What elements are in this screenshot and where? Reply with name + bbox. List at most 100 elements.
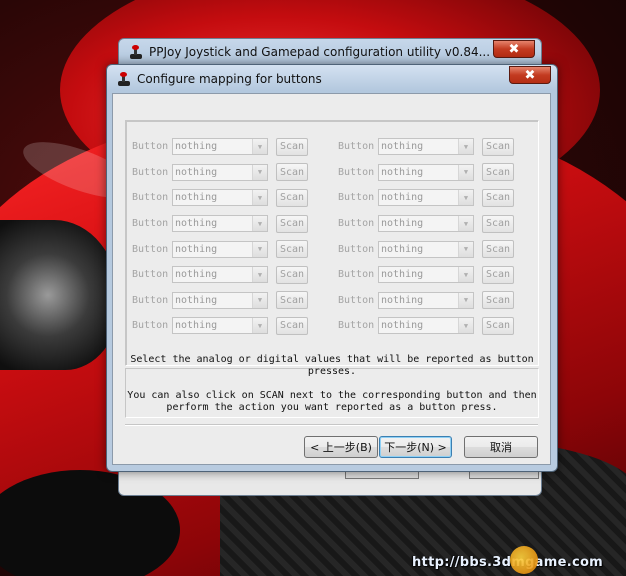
scan-button[interactable]: Scan — [276, 137, 308, 156]
button-label: Button — [338, 141, 375, 153]
button-mapping-select[interactable]: nothing ▼ — [378, 138, 474, 156]
button-mapping-value: nothing — [175, 269, 218, 281]
dialog-titlebar[interactable]: Configure mapping for buttons — [107, 65, 557, 93]
button-mapping-select[interactable]: nothing ▼ — [378, 240, 474, 258]
scan-button[interactable]: Scan — [276, 163, 308, 182]
scan-button[interactable]: Scan — [482, 214, 514, 233]
button-mapping-value: nothing — [381, 294, 424, 306]
dialog-title: Configure mapping for buttons — [137, 72, 322, 86]
button-mapping-select[interactable]: nothing ▼ — [172, 240, 268, 258]
button-mapping-value: nothing — [175, 243, 218, 255]
dropdown-arrow-icon[interactable]: ▼ — [252, 318, 267, 334]
button-mapping-group: Button nothing ▼ Scan Button nothing ▼ S… — [125, 120, 539, 366]
button-mapping-value: nothing — [381, 218, 424, 230]
dropdown-arrow-icon[interactable]: ▼ — [458, 139, 473, 155]
button-label: Button — [338, 192, 375, 204]
back-window-titlebar[interactable]: PPJoy Joystick and Gamepad configuration… — [119, 39, 541, 65]
scan-button[interactable]: Scan — [276, 240, 308, 259]
mapping-row: Button nothing ▼ Scan — [338, 160, 514, 186]
button-mapping-value: nothing — [175, 294, 218, 306]
dropdown-arrow-icon[interactable]: ▼ — [458, 190, 473, 206]
description-text-2: You can also click on SCAN next to the c… — [127, 390, 537, 413]
dropdown-arrow-icon[interactable]: ▼ — [458, 292, 473, 308]
mapping-row: Button nothing ▼ Scan — [338, 236, 514, 262]
button-label: Button — [338, 166, 375, 178]
mapping-row: Button nothing ▼ Scan — [132, 236, 308, 262]
button-mapping-select[interactable]: nothing ▼ — [378, 266, 474, 284]
button-label: Button — [132, 243, 169, 255]
button-label: Button — [338, 294, 375, 306]
dropdown-arrow-icon[interactable]: ▼ — [458, 164, 473, 180]
button-mapping-select[interactable]: nothing ▼ — [172, 215, 268, 233]
mapping-row: Button nothing ▼ Scan — [132, 134, 308, 160]
button-label: Button — [132, 166, 169, 178]
button-mapping-select[interactable]: nothing ▼ — [378, 163, 474, 181]
next-button[interactable]: 下一步(N) > — [379, 436, 452, 458]
button-label: Button — [338, 218, 375, 230]
dropdown-arrow-icon[interactable]: ▼ — [458, 318, 473, 334]
button-label: Button — [132, 320, 169, 332]
dropdown-arrow-icon[interactable]: ▼ — [252, 292, 267, 308]
scan-button[interactable]: Scan — [482, 316, 514, 335]
button-label: Button — [338, 320, 375, 332]
scan-button[interactable]: Scan — [482, 137, 514, 156]
dropdown-arrow-icon[interactable]: ▼ — [252, 267, 267, 283]
scan-button[interactable]: Scan — [276, 291, 308, 310]
button-mapping-value: nothing — [381, 141, 424, 153]
scan-button[interactable]: Scan — [276, 188, 308, 207]
button-label: Button — [132, 218, 169, 230]
button-mapping-select[interactable]: nothing ▼ — [172, 138, 268, 156]
button-mapping-select[interactable]: nothing ▼ — [172, 163, 268, 181]
mapping-row: Button nothing ▼ Scan — [338, 211, 514, 237]
mapping-row: Button nothing ▼ Scan — [132, 211, 308, 237]
button-mapping-value: nothing — [381, 192, 424, 204]
scan-button[interactable]: Scan — [482, 291, 514, 310]
dropdown-arrow-icon[interactable]: ▼ — [458, 267, 473, 283]
cancel-button[interactable]: 取消 — [464, 436, 538, 458]
scan-button[interactable]: Scan — [276, 316, 308, 335]
watermark-text: http://bbs.3dmgame.com — [412, 554, 604, 570]
button-mapping-select[interactable]: nothing ▼ — [378, 215, 474, 233]
site-watermark: http://bbs.3dmgame.com — [412, 546, 604, 574]
button-mapping-value: nothing — [381, 243, 424, 255]
dialog-close-button[interactable]: ✖ — [509, 66, 551, 84]
joystick-icon — [117, 72, 131, 86]
button-mapping-select[interactable]: nothing ▼ — [172, 317, 268, 335]
button-mapping-value: nothing — [175, 166, 218, 178]
dropdown-arrow-icon[interactable]: ▼ — [458, 216, 473, 232]
button-mapping-select[interactable]: nothing ▼ — [172, 189, 268, 207]
configure-mapping-dialog: Configure mapping for buttons ✖ Button n… — [106, 64, 558, 472]
watermark-logo-icon — [510, 546, 538, 574]
back-button[interactable]: < 上一步(B) — [304, 436, 378, 458]
dropdown-arrow-icon[interactable]: ▼ — [252, 139, 267, 155]
scan-button[interactable]: Scan — [482, 188, 514, 207]
mapping-row: Button nothing ▼ Scan — [132, 262, 308, 288]
scan-button[interactable]: Scan — [482, 265, 514, 284]
button-label: Button — [132, 192, 169, 204]
button-mapping-value: nothing — [175, 218, 218, 230]
button-mapping-value: nothing — [381, 269, 424, 281]
dropdown-arrow-icon[interactable]: ▼ — [252, 216, 267, 232]
dropdown-arrow-icon[interactable]: ▼ — [458, 241, 473, 257]
button-mapping-value: nothing — [381, 320, 424, 332]
back-window-close-button[interactable]: ✖ — [493, 40, 535, 58]
button-mapping-select[interactable]: nothing ▼ — [378, 189, 474, 207]
scan-button[interactable]: Scan — [276, 214, 308, 233]
button-separator — [125, 424, 538, 426]
button-mapping-value: nothing — [175, 141, 218, 153]
button-label: Button — [132, 269, 169, 281]
mapping-column-left: Button nothing ▼ Scan Button nothing ▼ S… — [132, 134, 308, 339]
scan-button[interactable]: Scan — [482, 240, 514, 259]
button-label: Button — [132, 294, 169, 306]
button-mapping-select[interactable]: nothing ▼ — [378, 291, 474, 309]
mapping-row: Button nothing ▼ Scan — [132, 288, 308, 314]
dropdown-arrow-icon[interactable]: ▼ — [252, 164, 267, 180]
mapping-row: Button nothing ▼ Scan — [338, 288, 514, 314]
scan-button[interactable]: Scan — [482, 163, 514, 182]
dropdown-arrow-icon[interactable]: ▼ — [252, 190, 267, 206]
button-mapping-select[interactable]: nothing ▼ — [378, 317, 474, 335]
button-mapping-select[interactable]: nothing ▼ — [172, 266, 268, 284]
dropdown-arrow-icon[interactable]: ▼ — [252, 241, 267, 257]
scan-button[interactable]: Scan — [276, 265, 308, 284]
button-mapping-select[interactable]: nothing ▼ — [172, 291, 268, 309]
